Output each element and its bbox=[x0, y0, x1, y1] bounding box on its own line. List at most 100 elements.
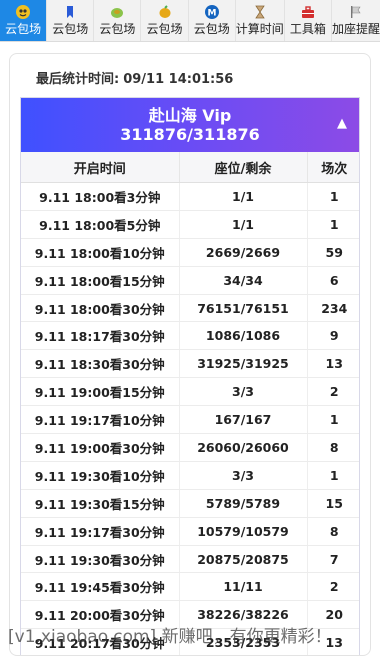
cell-seats: 1086/1086 bbox=[179, 321, 308, 351]
svg-text:M: M bbox=[207, 9, 216, 19]
sessions-table: 开启时间 座位/剩余 场次 9.11 18:00看3分钟 1/1 1 9.11 18:… bbox=[21, 152, 359, 655]
table-row: 9.11 20:17看30分钟 2353/2353 13 bbox=[21, 628, 359, 655]
tab-label: 云包场 bbox=[146, 22, 183, 36]
tab-4[interactable]: M 云包场 bbox=[189, 0, 236, 41]
cell-open-time: 9.11 18:00看30分钟 bbox=[21, 294, 180, 323]
cell-seats: 167/167 bbox=[179, 405, 308, 435]
cell-open-time: 9.11 20:00看30分钟 bbox=[21, 600, 180, 630]
cell-seats: 3/3 bbox=[179, 377, 308, 407]
cell-open-time: 9.11 18:00看3分钟 bbox=[21, 182, 180, 211]
cell-open-time: 9.11 18:00看5分钟 bbox=[21, 210, 180, 239]
tab-0[interactable]: 云包场 bbox=[0, 0, 48, 41]
top-tab-bar: 云包场 云包场 云包场 云包场 M 云包场 计算时间 工具箱 加座提醒 bbox=[0, 0, 380, 42]
cell-seats: 76151/76151 bbox=[179, 294, 308, 323]
tab-label: 云包场 bbox=[193, 22, 230, 36]
tab-1[interactable]: 云包场 bbox=[47, 0, 95, 41]
panel-count: 311876/311876 bbox=[120, 125, 260, 144]
cell-open-time: 9.11 19:45看30分钟 bbox=[21, 572, 180, 602]
cell-seats: 1/1 bbox=[179, 182, 308, 211]
cell-seats: 20875/20875 bbox=[179, 545, 308, 574]
cell-open-time: 9.11 19:30看15分钟 bbox=[21, 489, 180, 518]
cell-sessions: 8 bbox=[307, 517, 359, 546]
collapse-icon[interactable]: ▲ bbox=[337, 116, 347, 131]
cell-open-time: 9.11 19:00看30分钟 bbox=[21, 433, 180, 462]
header-sessions: 场次 bbox=[307, 152, 359, 183]
cell-open-time: 9.11 18:00看10分钟 bbox=[21, 238, 180, 267]
tab-5[interactable]: 计算时间 bbox=[236, 0, 285, 41]
cell-sessions: 13 bbox=[307, 349, 359, 379]
cell-sessions: 9 bbox=[307, 321, 359, 351]
tab-3[interactable]: 云包场 bbox=[141, 0, 189, 41]
table-row: 9.11 18:30看30分钟 31925/31925 13 bbox=[21, 349, 359, 379]
cell-sessions: 1 bbox=[307, 210, 359, 239]
cell-sessions: 6 bbox=[307, 266, 359, 295]
table-header-row: 开启时间 座位/剩余 场次 bbox=[21, 152, 359, 183]
table-row: 9.11 19:00看30分钟 26060/26060 8 bbox=[21, 433, 359, 462]
table-row: 9.11 19:30看15分钟 5789/5789 15 bbox=[21, 489, 359, 518]
coin-icon bbox=[108, 3, 126, 21]
last-stat-time-value: 09/11 14:01:56 bbox=[123, 72, 234, 87]
tab-label: 工具箱 bbox=[289, 22, 326, 36]
table-row: 9.11 19:30看10分钟 3/3 1 bbox=[21, 461, 359, 490]
panel-title: 赴山海 Vip bbox=[148, 106, 232, 125]
cell-seats: 10579/10579 bbox=[179, 517, 308, 546]
flag-icon bbox=[347, 3, 365, 21]
cell-seats: 1/1 bbox=[179, 210, 308, 239]
table-row: 9.11 19:45看30分钟 11/11 2 bbox=[21, 572, 359, 602]
cell-sessions: 20 bbox=[307, 600, 359, 630]
cell-sessions: 1 bbox=[307, 405, 359, 435]
table-row: 9.11 18:00看3分钟 1/1 1 bbox=[21, 182, 359, 211]
cell-seats: 2353/2353 bbox=[179, 628, 308, 655]
tab-6[interactable]: 工具箱 bbox=[285, 0, 332, 41]
eye-icon bbox=[14, 3, 32, 21]
cell-sessions: 7 bbox=[307, 545, 359, 574]
table-row: 9.11 18:00看10分钟 2669/2669 59 bbox=[21, 238, 359, 267]
table-row: 9.11 19:30看30分钟 20875/20875 7 bbox=[21, 545, 359, 574]
table-row: 9.11 18:00看15分钟 34/34 6 bbox=[21, 266, 359, 295]
tab-label: 计算时间 bbox=[235, 22, 284, 36]
cell-seats: 11/11 bbox=[179, 572, 308, 602]
cell-sessions: 59 bbox=[307, 238, 359, 267]
cell-seats: 38226/38226 bbox=[179, 600, 308, 630]
table-row: 9.11 19:17看30分钟 10579/10579 8 bbox=[21, 517, 359, 546]
show-panel: 赴山海 Vip 311876/311876 ▲ 开启时间 座位/剩余 场次 9.… bbox=[20, 97, 360, 655]
cell-open-time: 9.11 19:00看15分钟 bbox=[21, 377, 180, 407]
cell-seats: 2669/2669 bbox=[179, 238, 308, 267]
tab-label: 云包场 bbox=[52, 22, 89, 36]
header-seats: 座位/剩余 bbox=[179, 152, 308, 183]
cell-open-time: 9.11 18:00看15分钟 bbox=[21, 266, 180, 295]
cell-sessions: 8 bbox=[307, 433, 359, 462]
cell-seats: 26060/26060 bbox=[179, 433, 308, 462]
cell-sessions: 1 bbox=[307, 182, 359, 211]
table-row: 9.11 19:00看15分钟 3/3 2 bbox=[21, 377, 359, 407]
tab-label: 云包场 bbox=[99, 22, 136, 36]
tab-label: 云包场 bbox=[5, 22, 42, 36]
cell-open-time: 9.11 19:30看10分钟 bbox=[21, 461, 180, 490]
tab-label: 加座提醒 bbox=[331, 22, 380, 36]
table-row: 9.11 18:00看30分钟 76151/76151 234 bbox=[21, 294, 359, 323]
cell-sessions: 15 bbox=[307, 489, 359, 518]
tab-7[interactable]: 加座提醒 bbox=[332, 0, 380, 41]
panel-header[interactable]: 赴山海 Vip 311876/311876 ▲ bbox=[21, 98, 359, 152]
toolbox-icon bbox=[299, 3, 317, 21]
cell-sessions: 234 bbox=[307, 294, 359, 323]
cell-seats: 31925/31925 bbox=[179, 349, 308, 379]
cell-seats: 5789/5789 bbox=[179, 489, 308, 518]
cell-open-time: 9.11 20:17看30分钟 bbox=[21, 628, 180, 655]
table-row: 9.11 18:17看30分钟 1086/1086 9 bbox=[21, 321, 359, 351]
m-badge-icon: M bbox=[203, 3, 221, 21]
bookmark-icon bbox=[61, 3, 79, 21]
tab-2[interactable]: 云包场 bbox=[94, 0, 142, 41]
lemon-icon bbox=[156, 3, 174, 21]
cell-open-time: 9.11 19:17看10分钟 bbox=[21, 405, 180, 435]
cell-open-time: 9.11 19:17看30分钟 bbox=[21, 517, 180, 546]
cell-sessions: 13 bbox=[307, 628, 359, 655]
last-stat-time: 最后统计时间: 09/11 14:01:56 bbox=[36, 68, 233, 87]
cell-sessions: 2 bbox=[307, 377, 359, 407]
cell-open-time: 9.11 19:30看30分钟 bbox=[21, 545, 180, 574]
table-row: 9.11 20:00看30分钟 38226/38226 20 bbox=[21, 600, 359, 630]
cell-sessions: 2 bbox=[307, 572, 359, 602]
hourglass-icon bbox=[251, 3, 269, 21]
stats-card: 最后统计时间: 09/11 14:01:56 赴山海 Vip 311876/311… bbox=[9, 53, 371, 656]
cell-sessions: 1 bbox=[307, 461, 359, 490]
